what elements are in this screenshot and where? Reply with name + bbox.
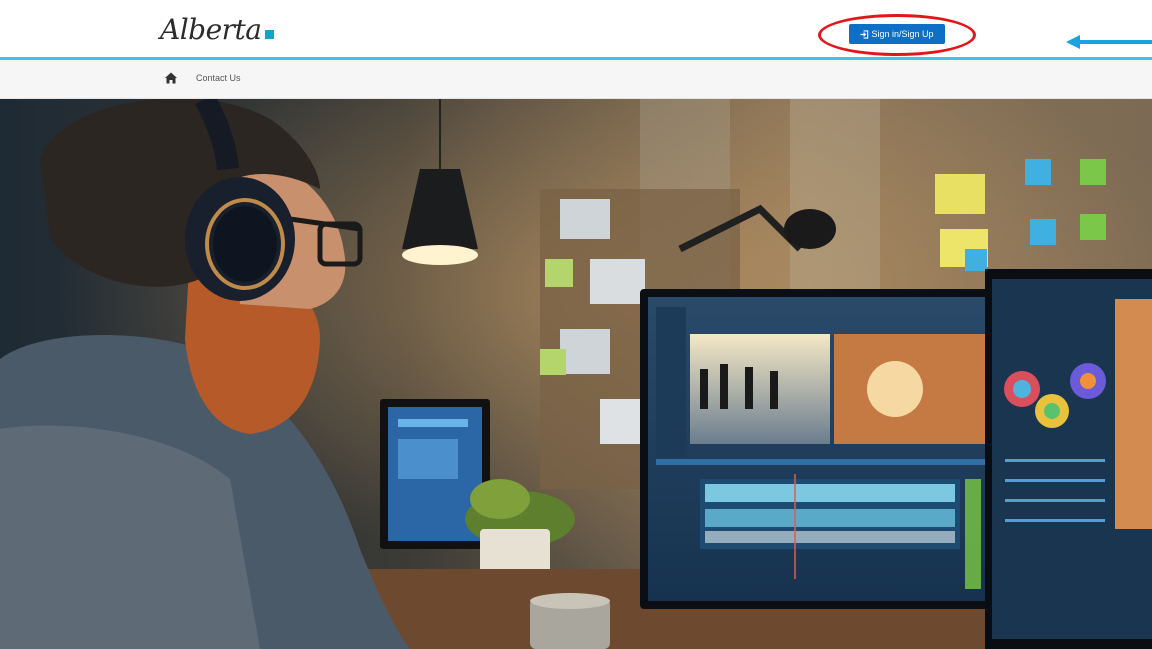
hero-image <box>0 99 1152 649</box>
logo-text: Alberta <box>160 13 262 46</box>
annotation-arrow <box>1066 35 1152 49</box>
site-header: Alberta Sign in/Sign Up <box>0 0 1152 60</box>
nav-bar: Contact Us <box>0 60 1152 99</box>
logo-square <box>264 30 274 39</box>
sign-in-icon <box>860 29 869 39</box>
contact-us-link[interactable]: Contact Us <box>196 72 241 85</box>
sign-in-label: Sign in/Sign Up <box>871 29 934 39</box>
home-icon[interactable] <box>165 72 177 84</box>
alberta-logo[interactable]: Alberta <box>160 14 274 46</box>
sign-in-button[interactable]: Sign in/Sign Up <box>849 24 945 44</box>
hero-banner <box>0 99 1152 649</box>
